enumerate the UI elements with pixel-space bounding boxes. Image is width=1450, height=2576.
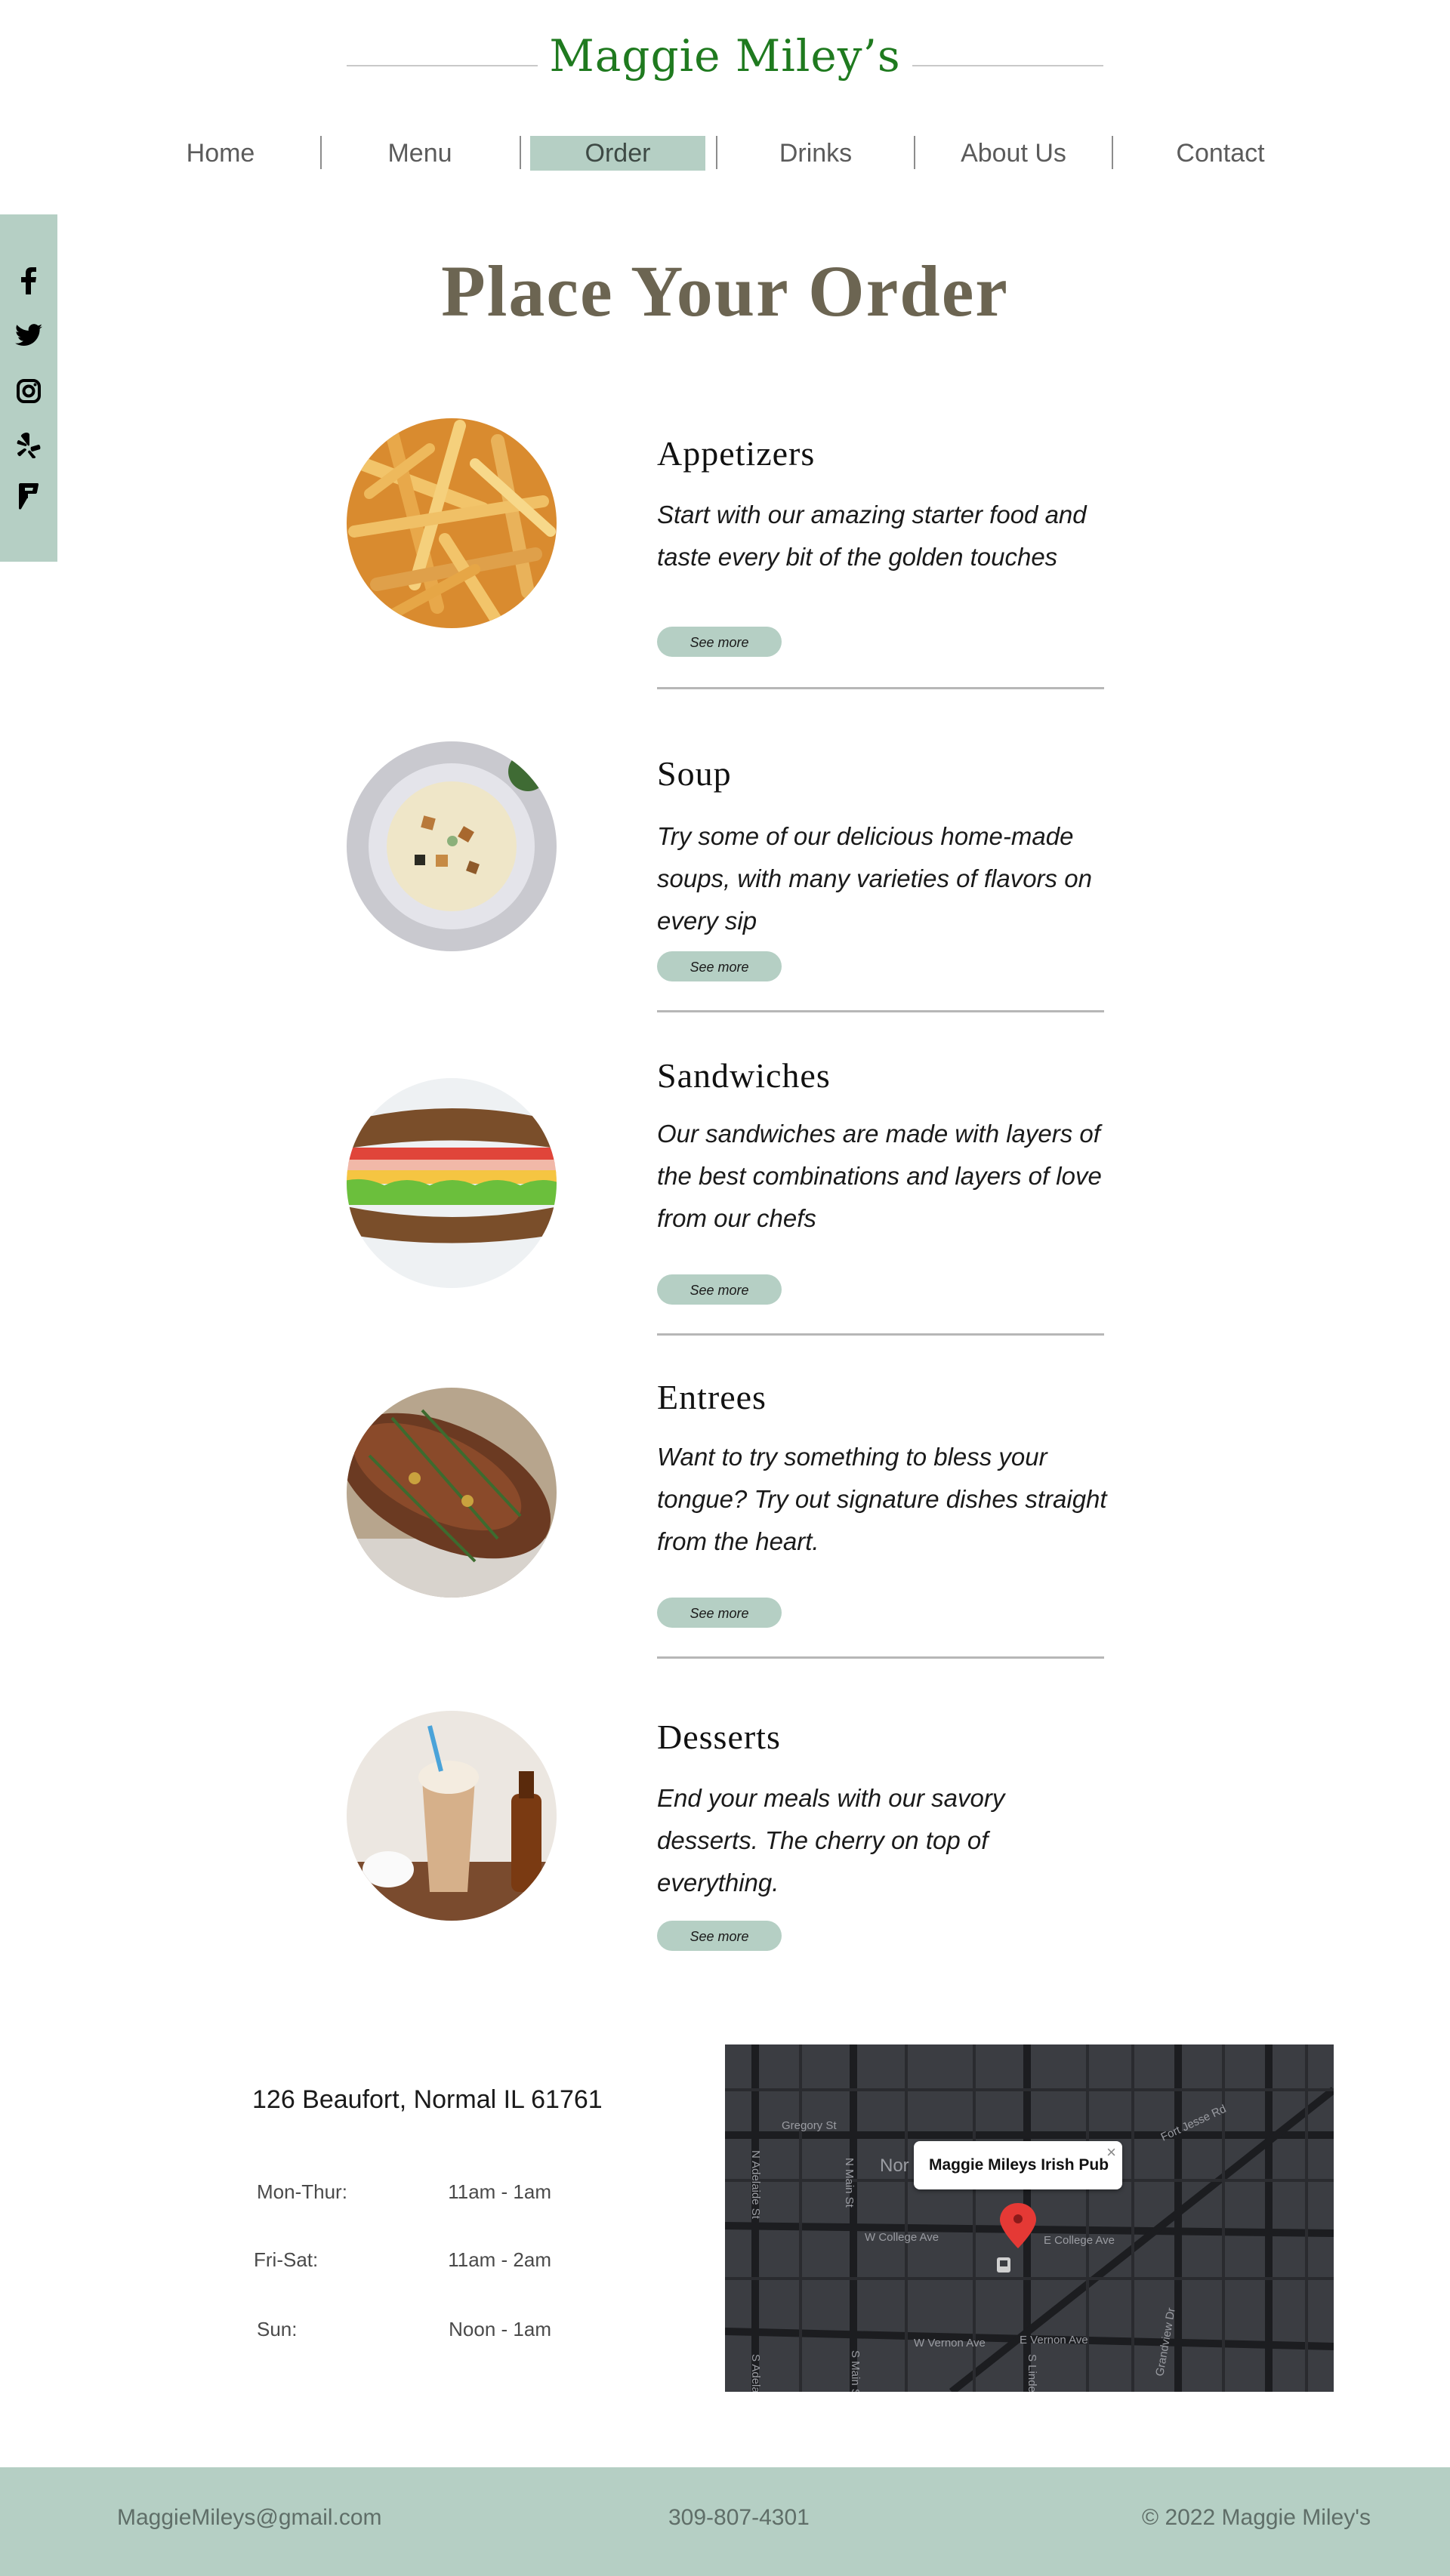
appetizers-image	[347, 418, 557, 628]
footer-email[interactable]: MaggieMileys@gmail.com	[117, 2505, 382, 2531]
category-description: Our sandwiches are made with layers of t…	[657, 1120, 1102, 1232]
hours-day: Fri-Sat:	[254, 2248, 319, 2271]
close-icon[interactable]: ×	[1106, 2143, 1116, 2162]
map-street-label: Gregory St	[782, 2119, 837, 2132]
map-street-label: S Linden	[1026, 2354, 1038, 2392]
category-title: Appetizers	[657, 434, 816, 473]
footer-phone[interactable]: 309-807-4301	[668, 2505, 810, 2531]
see-more-button[interactable]: See more	[657, 951, 782, 981]
nav-separator	[914, 136, 915, 169]
category-appetizers: Appetizers Start with our amazing starte…	[0, 418, 1450, 735]
map-street-label: N Adelaide St	[749, 2150, 762, 2220]
map-street-label: Nor	[880, 2155, 909, 2176]
hours-day: Sun:	[257, 2318, 298, 2340]
hours-day: Mon-Thur:	[257, 2180, 347, 2203]
nav-separator	[1112, 136, 1113, 169]
map-street-label: W College Ave	[865, 2231, 939, 2244]
nav-menu[interactable]: Menu	[367, 136, 473, 171]
category-description: Try some of our delicious home-made soup…	[657, 822, 1092, 935]
category-desserts: Desserts End your meals with our savory …	[0, 1711, 1450, 2028]
category-title: Entrees	[657, 1378, 767, 1416]
category-divider	[657, 1656, 1104, 1659]
category-description: End your meals with our savory desserts.…	[657, 1784, 1005, 1897]
footer: MaggieMileys@gmail.com 309-807-4301 © 20…	[0, 2467, 1450, 2576]
nav-separator	[716, 136, 717, 169]
hours-time: 11am - 2am	[448, 2248, 551, 2271]
map-streets: Gregory St W College Ave E College Ave W…	[725, 2044, 1334, 2392]
see-more-button[interactable]: See more	[657, 1598, 782, 1628]
category-sandwiches: Sandwiches Our sandwiches are made with …	[0, 1056, 1450, 1395]
instagram-icon[interactable]	[14, 376, 44, 406]
nav-separator	[320, 136, 322, 169]
map-street-label: S Main St	[849, 2350, 862, 2392]
nav-separator	[520, 136, 521, 169]
hours-time: Noon - 1am	[449, 2318, 551, 2340]
entrees-image	[347, 1388, 557, 1598]
category-description: Want to try something to bless your tong…	[657, 1443, 1107, 1555]
map-street-label: W Vernon Ave	[914, 2337, 986, 2350]
soup-image	[347, 741, 557, 951]
sandwiches-image	[347, 1078, 557, 1288]
hours-row: Fri-Sat: 11am - 2am	[252, 2248, 551, 2279]
map-street-label: N Main St	[843, 2158, 856, 2208]
category-divider	[657, 1010, 1104, 1012]
nav-order[interactable]: Order	[530, 136, 705, 171]
see-more-button[interactable]: See more	[657, 627, 782, 657]
category-title: Sandwiches	[657, 1056, 831, 1095]
page-title: Place Your Order	[441, 251, 1009, 331]
category-title: Desserts	[657, 1718, 781, 1756]
nav-drinks[interactable]: Drinks	[763, 136, 868, 171]
category-entrees: Entrees Want to try something to bless y…	[0, 1378, 1450, 1705]
map-street-label: S Adelaide	[749, 2354, 762, 2392]
map-info-popup[interactable]: Maggie Mileys Irish Pub ×	[914, 2141, 1122, 2189]
address: 126 Beaufort, Normal IL 61761	[252, 2085, 603, 2114]
footer-copyright: © 2022 Maggie Miley's	[1142, 2505, 1371, 2530]
map-street-label: E College Ave	[1044, 2234, 1115, 2247]
main-nav: Home Menu Order Drinks About Us Contact	[0, 133, 1450, 171]
desserts-image	[347, 1711, 557, 1921]
transit-icon	[997, 2257, 1010, 2272]
category-description: Start with our amazing starter food and …	[657, 501, 1087, 571]
nav-about-us[interactable]: About Us	[953, 136, 1074, 171]
nav-home[interactable]: Home	[168, 136, 273, 171]
see-more-button[interactable]: See more	[657, 1274, 782, 1305]
category-divider	[657, 687, 1104, 689]
see-more-button[interactable]: See more	[657, 1921, 782, 1951]
hours-row: Mon-Thur: 11am - 1am	[252, 2180, 551, 2211]
nav-contact[interactable]: Contact	[1168, 136, 1273, 171]
category-title: Soup	[657, 754, 732, 793]
map-street-label: E Vernon Ave	[1020, 2334, 1088, 2346]
site-logo[interactable]: Maggie Miley’s	[0, 30, 1450, 82]
location-map[interactable]: Gregory St W College Ave E College Ave W…	[725, 2044, 1334, 2392]
category-divider	[657, 1333, 1104, 1336]
map-popup-title: Maggie Mileys Irish Pub	[929, 2156, 1109, 2174]
hours-time: 11am - 1am	[448, 2180, 551, 2203]
hours-row: Sun: Noon - 1am	[252, 2318, 551, 2348]
category-soup: Soup Try some of our delicious home-made…	[0, 741, 1450, 1058]
